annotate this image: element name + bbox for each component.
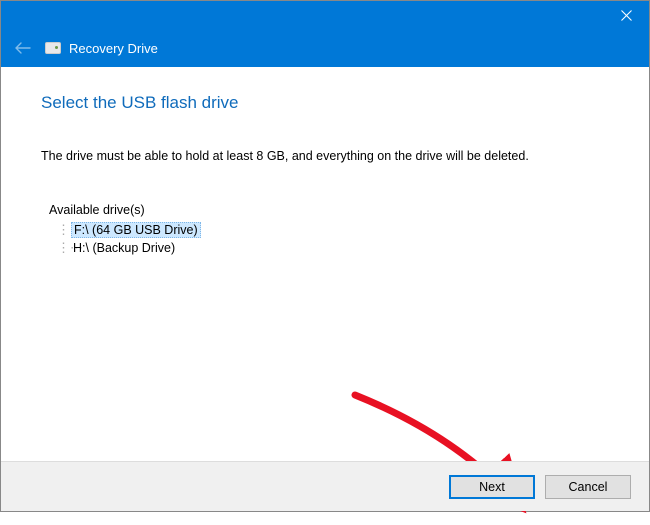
- cancel-button[interactable]: Cancel: [545, 475, 631, 499]
- tree-connector-icon: ⋮⋯: [57, 223, 71, 238]
- tree-connector-icon: ⋮⋯: [57, 241, 71, 256]
- tree-item-label: H:\ (Backup Drive): [71, 241, 177, 255]
- close-icon: [621, 10, 632, 21]
- content-area: Select the USB flash drive The drive mus…: [1, 67, 649, 461]
- tree-item-label: F:\ (64 GB USB Drive): [71, 222, 201, 238]
- close-button[interactable]: [603, 1, 649, 29]
- drive-tree: Available drive(s) ⋮⋯ F:\ (64 GB USB Dri…: [49, 203, 609, 257]
- tree-item[interactable]: ⋮⋯ H:\ (Backup Drive): [57, 239, 609, 257]
- tree-item[interactable]: ⋮⋯ F:\ (64 GB USB Drive): [57, 221, 609, 239]
- recovery-drive-icon: [45, 42, 61, 54]
- page-heading: Select the USB flash drive: [41, 93, 609, 113]
- titlebar: [1, 1, 649, 29]
- window-title: Recovery Drive: [69, 41, 158, 56]
- header: Recovery Drive: [1, 29, 649, 67]
- page-description: The drive must be able to hold at least …: [41, 149, 609, 163]
- next-button[interactable]: Next: [449, 475, 535, 499]
- tree-root-label: Available drive(s): [49, 203, 609, 217]
- back-button[interactable]: [15, 42, 31, 54]
- footer: Next Cancel: [1, 461, 649, 511]
- back-arrow-icon: [15, 42, 31, 54]
